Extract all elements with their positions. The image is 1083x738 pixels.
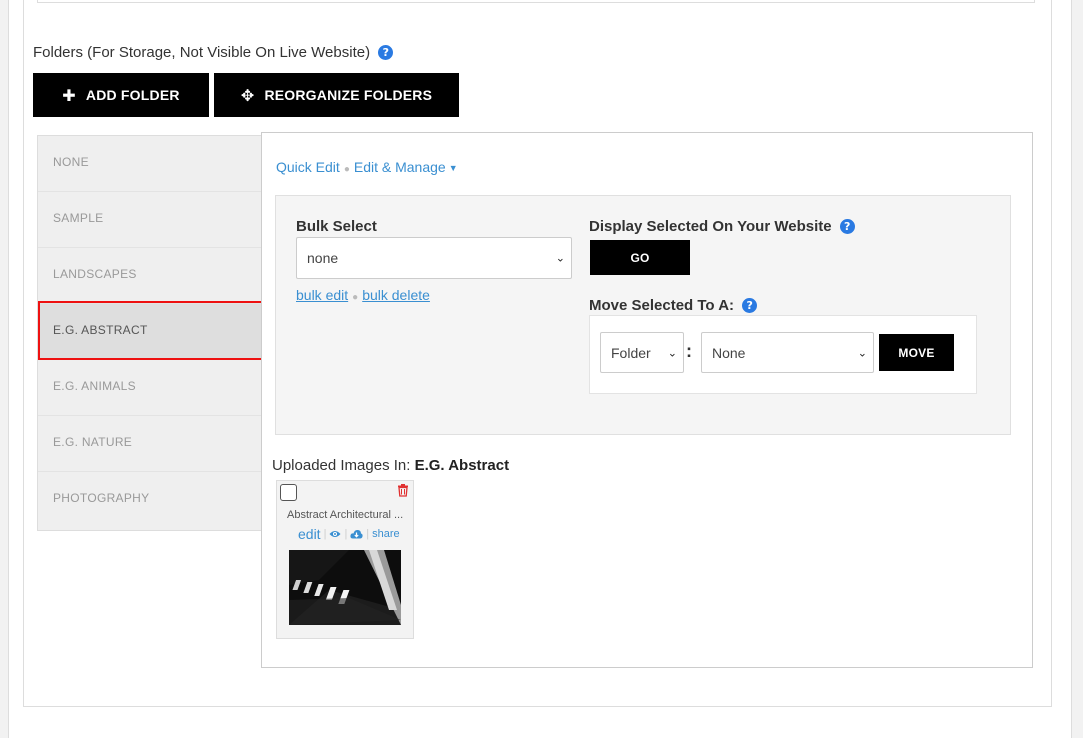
image-edit-link[interactable]: edit xyxy=(298,526,321,542)
chevron-down-icon: ⌄ xyxy=(857,346,867,359)
sidebar-item-eg-nature[interactable]: E.G. NATURE xyxy=(38,416,262,472)
bulk-select-value: none xyxy=(307,250,339,266)
tab-separator: ● xyxy=(343,164,350,175)
move-target-value: None xyxy=(712,344,746,361)
action-separator: | xyxy=(366,528,370,540)
image-caption: Abstract Architectural ... xyxy=(287,509,404,521)
image-actions: edit | | | share xyxy=(298,526,400,542)
bulk-actions-box: Bulk Select none ⌄ bulk edit ● bulk delete… xyxy=(275,195,1011,435)
action-separator: | xyxy=(323,528,327,540)
chevron-down-icon: ⌄ xyxy=(555,251,565,265)
colon-separator: : xyxy=(686,341,692,361)
sidebar-item-eg-abstract[interactable]: E.G. ABSTRACT xyxy=(38,304,262,360)
move-arrows-icon: ✥ xyxy=(240,85,255,105)
bulk-edit-link[interactable]: bulk edit xyxy=(296,287,348,303)
move-selected-label: Move Selected To A: ? xyxy=(589,297,758,314)
sidebar-item-photography[interactable]: PHOTOGRAPHY xyxy=(38,472,262,527)
folders-heading-text: Folders (For Storage, Not Visible On Liv… xyxy=(33,44,371,61)
trash-icon[interactable] xyxy=(396,483,410,497)
uploaded-images-heading: Uploaded Images In: E.G. Abstract xyxy=(272,457,509,474)
folder-panel: Quick Edit ● Edit & Manage ▼ Bulk Select no… xyxy=(261,132,1033,668)
cloud-download-icon[interactable] xyxy=(350,529,363,539)
tab-quick-edit[interactable]: Quick Edit xyxy=(276,159,340,175)
caret-down-icon: ▼ xyxy=(448,163,458,173)
bulk-links: bulk edit ● bulk delete xyxy=(296,287,430,303)
go-button[interactable]: GO xyxy=(590,240,690,275)
chevron-down-icon: ⌄ xyxy=(667,346,677,359)
move-button[interactable]: MOVE xyxy=(879,334,954,371)
image-thumbnail[interactable] xyxy=(289,550,401,625)
action-separator: | xyxy=(344,528,348,540)
sidebar-item-sample[interactable]: SAMPLE xyxy=(38,192,262,248)
folders-heading: Folders (For Storage, Not Visible On Liv… xyxy=(33,44,394,61)
sidebar-item-landscapes[interactable]: LANDSCAPES xyxy=(38,248,262,304)
help-icon[interactable]: ? xyxy=(742,298,758,313)
upper-section-edge xyxy=(37,0,1035,3)
bulk-select-label: Bulk Select xyxy=(296,218,377,235)
move-selected-box: Folder ⌄ : None ⌄ MOVE xyxy=(589,315,977,394)
display-selected-text: Display Selected On Your Website xyxy=(589,218,832,235)
image-select-checkbox[interactable] xyxy=(280,484,297,501)
reorganize-folders-label: REORGANIZE FOLDERS xyxy=(264,87,433,103)
help-icon[interactable]: ? xyxy=(378,45,394,60)
sidebar-item-eg-animals[interactable]: E.G. ANIMALS xyxy=(38,360,262,416)
image-card: Abstract Architectural ... edit | | | sh… xyxy=(276,480,414,639)
tab-edit-manage[interactable]: Edit & Manage ▼ xyxy=(354,159,458,175)
move-target-select[interactable]: None ⌄ xyxy=(701,332,874,373)
panel-tabs: Quick Edit ● Edit & Manage ▼ xyxy=(276,159,458,175)
sidebar-item-none[interactable]: NONE xyxy=(38,136,262,192)
bulk-select-dropdown[interactable]: none ⌄ xyxy=(296,237,572,279)
move-type-select[interactable]: Folder ⌄ xyxy=(600,332,684,373)
eye-icon[interactable] xyxy=(329,529,341,539)
display-selected-label: Display Selected On Your Website ? xyxy=(589,218,855,235)
move-selected-text: Move Selected To A: xyxy=(589,297,735,314)
bulk-delete-link[interactable]: bulk delete xyxy=(362,287,430,303)
tab-edit-manage-label: Edit & Manage xyxy=(353,159,446,175)
uploaded-folder-name: E.G. Abstract xyxy=(414,457,510,474)
move-type-value: Folder xyxy=(611,344,651,361)
plus-icon: ✚ xyxy=(62,85,76,105)
image-share-link[interactable]: share xyxy=(372,528,400,540)
folder-sidebar: NONE SAMPLE LANDSCAPES E.G. ABSTRACT E.G… xyxy=(37,135,263,531)
add-folder-label: ADD FOLDER xyxy=(85,87,180,103)
add-folder-button[interactable]: ✚ ADD FOLDER xyxy=(33,73,209,117)
link-separator: ● xyxy=(352,292,359,303)
uploaded-prefix: Uploaded Images In: xyxy=(272,457,411,474)
help-icon[interactable]: ? xyxy=(839,219,855,234)
reorganize-folders-button[interactable]: ✥ REORGANIZE FOLDERS xyxy=(214,73,459,117)
